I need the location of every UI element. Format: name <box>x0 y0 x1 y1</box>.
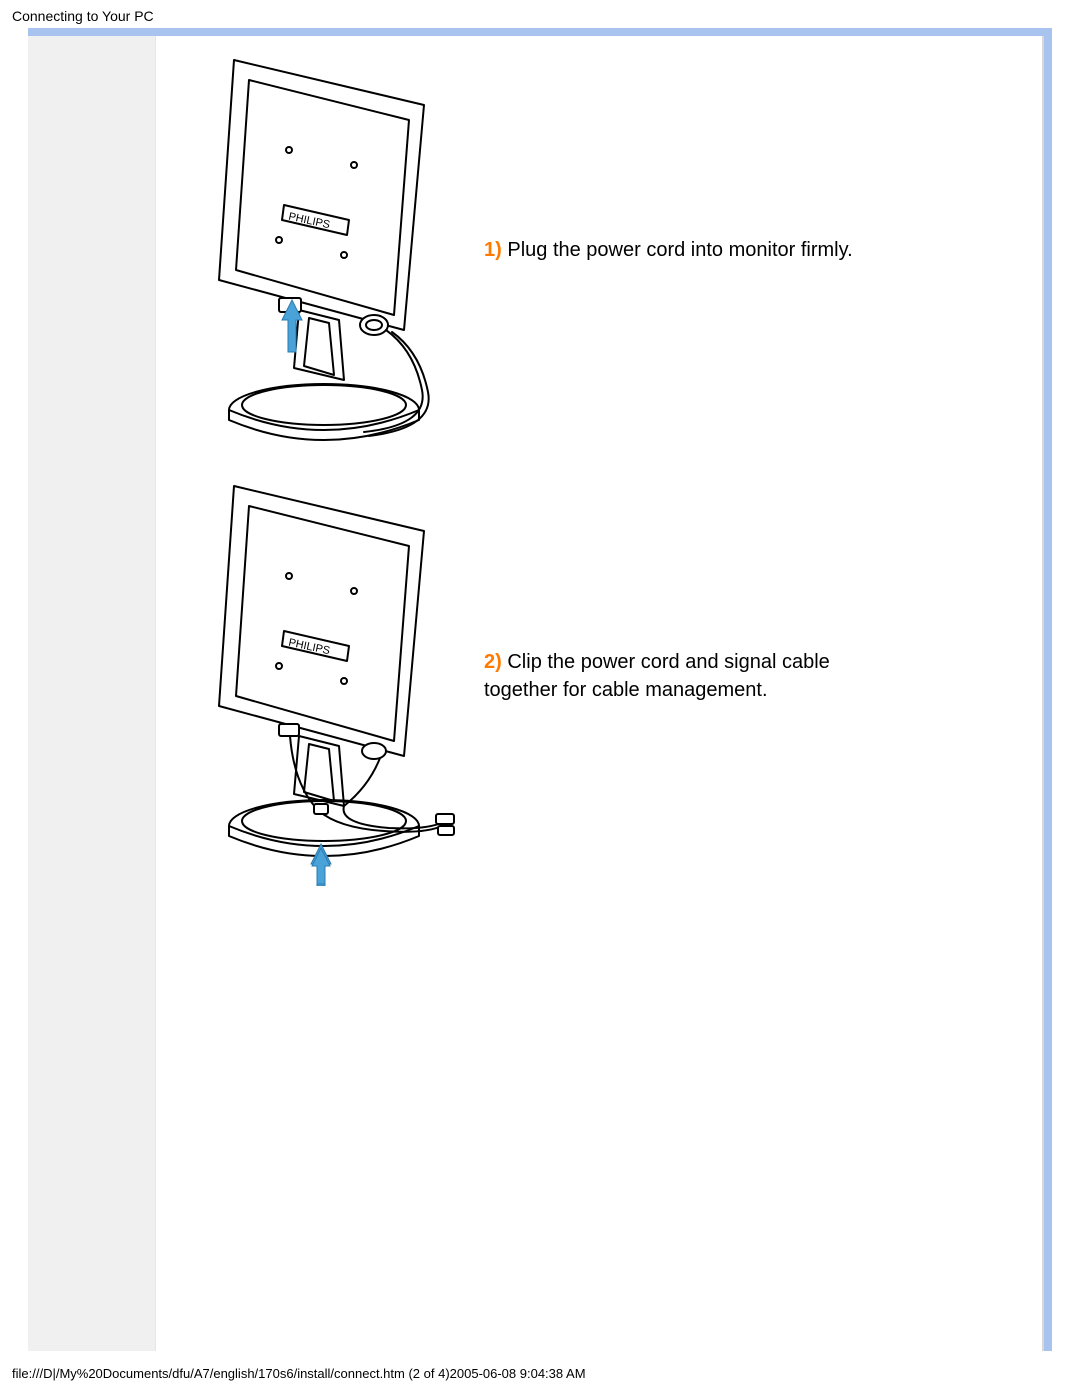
left-sidebar <box>28 36 156 1351</box>
step-1-text-block: 1) Plug the power cord into monitor firm… <box>484 236 853 264</box>
step-row-1: PHILIPS <box>164 40 1034 460</box>
header-title: Connecting to Your PC <box>12 8 154 24</box>
main-content: PHILIPS <box>156 36 1044 1351</box>
step-row-2: PHILIPS <box>164 466 1034 886</box>
step-2-text-block: 2) Clip the power cord and signal cable … <box>484 648 864 704</box>
step-2-text: Clip the power cord and signal cable tog… <box>484 651 830 701</box>
monitor-illustration-1: PHILIPS <box>164 40 464 460</box>
step-1-text: Plug the power cord into monitor firmly. <box>507 239 852 261</box>
footer-text: file:///D|/My%20Documents/dfu/A7/english… <box>12 1366 586 1381</box>
page-footer: file:///D|/My%20Documents/dfu/A7/english… <box>12 1366 586 1381</box>
content-area: PHILIPS <box>28 36 1044 1351</box>
step-2-number: 2) <box>484 651 502 673</box>
step-1-number: 1) <box>484 239 502 261</box>
page-frame: PHILIPS <box>28 28 1052 1351</box>
monitor-illustration-2: PHILIPS <box>164 466 464 886</box>
